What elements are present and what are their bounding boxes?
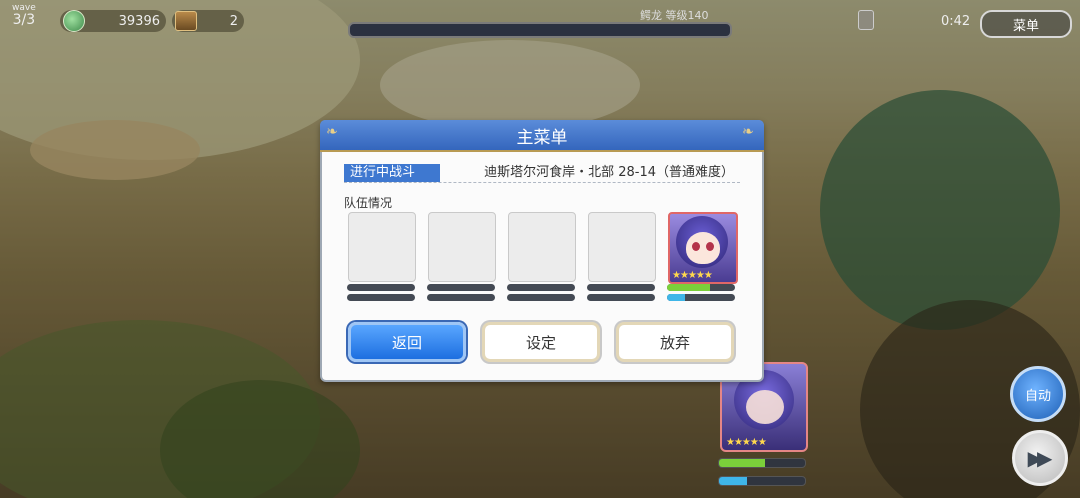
auto-button[interactable]: 自动 xyxy=(1010,366,1066,422)
current-battle-tag: 进行中战斗 xyxy=(344,164,440,182)
settings-button[interactable]: 设定 xyxy=(482,322,600,362)
character-eye xyxy=(692,242,700,251)
character-hp-bar xyxy=(667,284,735,291)
wave-value: 3/3 xyxy=(12,12,36,28)
character-tp-bar xyxy=(667,294,735,301)
team-slot-empty xyxy=(588,212,656,282)
back-button[interactable]: 返回 xyxy=(348,322,466,362)
currency-display: 39396 xyxy=(60,10,166,32)
give-up-button[interactable]: 放弃 xyxy=(616,322,734,362)
slot-hp-bar xyxy=(587,284,655,291)
character-face xyxy=(746,390,784,424)
slot-tp-bar xyxy=(587,294,655,301)
hourglass-icon xyxy=(858,10,874,30)
team-status-label: 队伍情况 xyxy=(344,196,393,210)
character-tp-bar xyxy=(718,476,806,486)
dialog-header: ❧ 主菜单 ❧ xyxy=(320,120,764,152)
treasure-chest-icon xyxy=(175,11,197,31)
ornament-icon: ❧ xyxy=(326,124,338,140)
dialog-title: 主菜单 xyxy=(516,127,568,148)
slot-tp-bar xyxy=(347,294,415,301)
fast-forward-button[interactable]: ▶▶ xyxy=(1012,430,1068,486)
current-battle-row: 进行中战斗 迪斯塔尔河食岸・北部 28-14（普通难度） xyxy=(344,164,740,183)
slot-hp-bar xyxy=(427,284,495,291)
fast-forward-icon: ▶▶ xyxy=(1027,446,1053,470)
menu-button[interactable]: 菜单 xyxy=(980,10,1072,38)
main-menu-dialog: ❧ 主菜单 ❧ 进行中战斗 迪斯塔尔河食岸・北部 28-14（普通难度） 队伍情… xyxy=(320,120,764,382)
character-stars: ★★★★★ xyxy=(672,270,713,281)
slot-tp-bar xyxy=(507,294,575,301)
ornament-icon: ❧ xyxy=(742,124,754,140)
boss-name-level: 鳄龙 等级140 xyxy=(640,9,709,22)
currency-value: 39396 xyxy=(118,13,160,29)
battle-timer: 0:42 xyxy=(941,14,971,29)
character-hp-bar xyxy=(718,458,806,468)
team-slot-empty xyxy=(348,212,416,282)
slot-hp-bar xyxy=(347,284,415,291)
treasure-display: 2 xyxy=(172,10,244,32)
battle-location: 迪斯塔尔河食岸・北部 28-14（普通难度） xyxy=(484,165,734,180)
treasure-value: 2 xyxy=(229,13,238,29)
character-stars: ★★★★★ xyxy=(726,437,767,448)
slot-hp-bar xyxy=(507,284,575,291)
coin-icon xyxy=(63,10,85,32)
wave-indicator: wave 3/3 xyxy=(12,4,36,28)
team-slot-empty xyxy=(428,212,496,282)
slot-tp-bar xyxy=(427,294,495,301)
character-eye xyxy=(706,242,714,251)
team-slot-empty xyxy=(508,212,576,282)
boss-hp-bar xyxy=(348,22,732,38)
team-slot-character: ★★★★★ xyxy=(668,212,738,284)
character-face xyxy=(686,232,720,264)
